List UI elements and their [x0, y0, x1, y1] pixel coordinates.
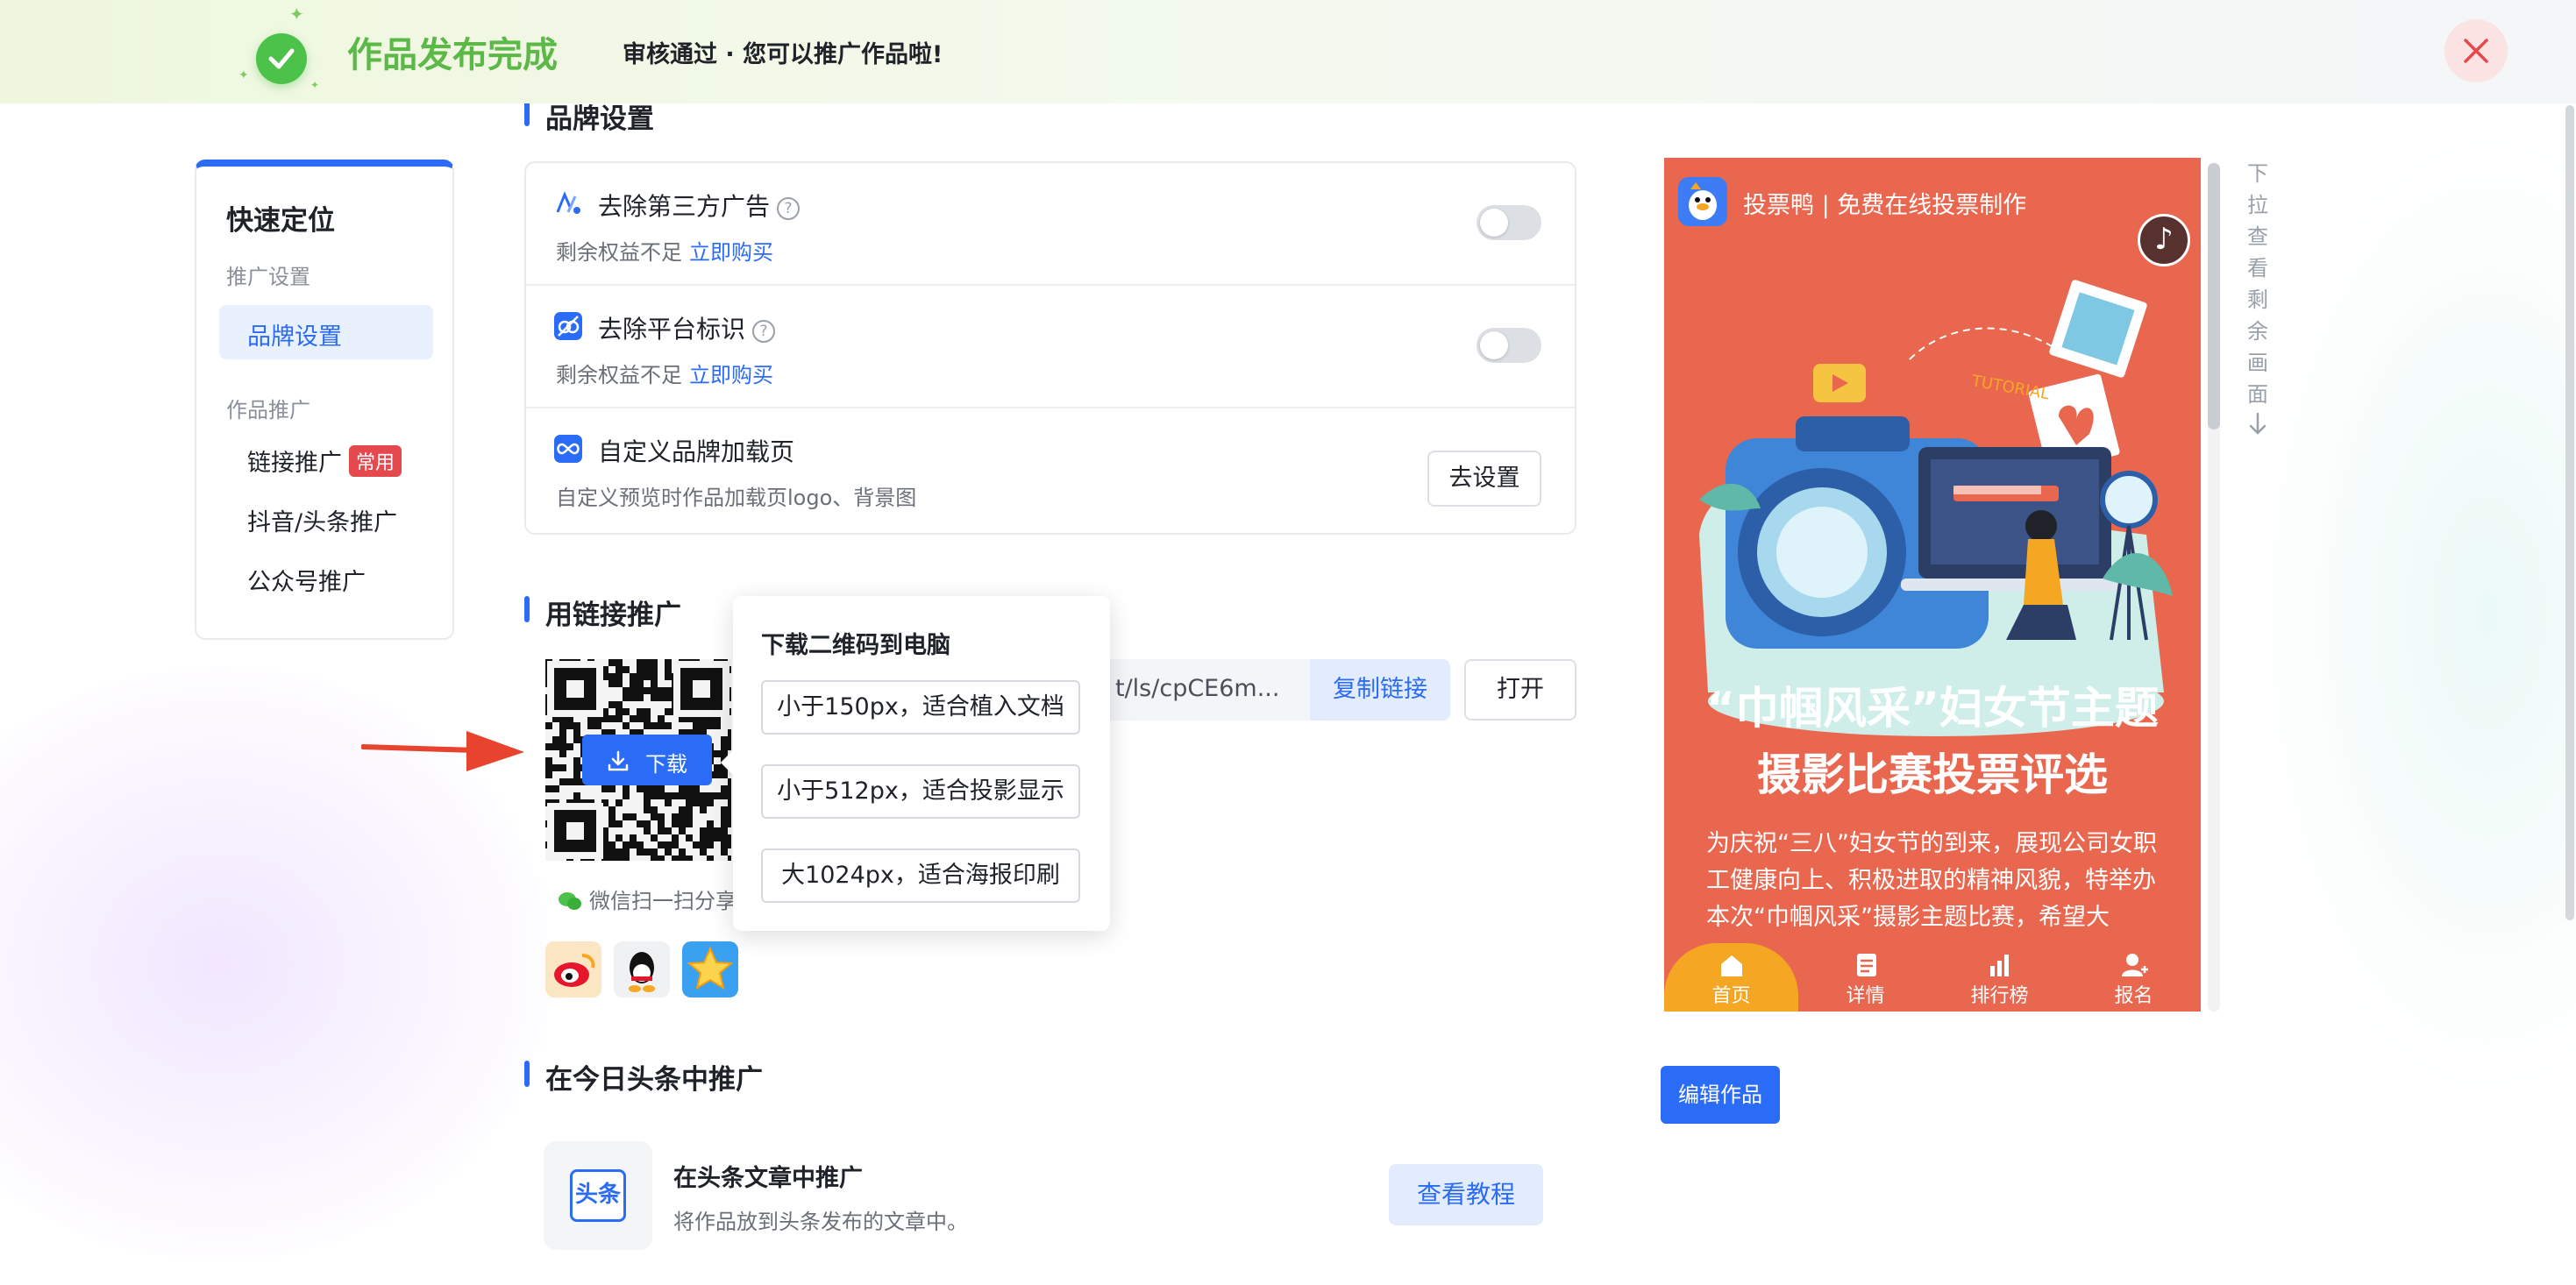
buy-now-link[interactable]: 立即购买 [689, 240, 773, 265]
mobile-preview[interactable]: 投票鸭 | 免费在线投票制作 ♪ TUTORIAL “巾帼风采”妇女节主题 摄影… [1664, 158, 2201, 1012]
row-title: 去除第三方广告? [598, 188, 801, 223]
page-scrollbar[interactable] [2565, 105, 2574, 920]
remove-logo-toggle[interactable] [1477, 328, 1541, 363]
go-setup-button[interactable]: 去设置 [1427, 451, 1541, 507]
brand-row-remove-ads: 去除第三方广告? 剩余权益不足 立即购买 [526, 163, 1575, 286]
toutiao-card-title: 在头条文章中推广 [673, 1165, 863, 1192]
document-icon [1856, 954, 1876, 976]
close-button[interactable] [2444, 19, 2508, 82]
remove-ads-toggle[interactable] [1477, 205, 1541, 240]
share-link-field[interactable]: t/ls/cpCE6m... [1103, 659, 1310, 721]
preview-headline-2: 摄影比赛投票评选 [1757, 749, 2108, 800]
open-link-button[interactable]: 打开 [1464, 659, 1576, 721]
edit-work-button[interactable]: 编辑作品 [1661, 1066, 1780, 1124]
sidebar-item-label: 链接推广 [247, 450, 342, 477]
red-arrow-icon [361, 731, 524, 771]
sidebar-item-wechat[interactable]: 公众号推广 [247, 563, 366, 597]
help-icon[interactable]: ? [752, 320, 776, 343]
toutiao-section-title: 在今日头条中推广 [524, 1057, 763, 1097]
sidebar-group-work: 作品推广 [226, 398, 310, 422]
wechat-scan-hint: 微信扫一扫分享 [558, 884, 737, 914]
sidebar-group-promo: 推广设置 [226, 265, 310, 289]
popover-title: 下载二维码到电脑 [761, 632, 950, 659]
duck-logo-icon [1678, 177, 1727, 226]
ad-remove-icon [554, 189, 582, 217]
toutiao-icon-label: 头条 [570, 1169, 626, 1222]
publish-success-banner: ✦ ✦ ✦ 作品发布完成 审核通过 · 您可以推广作品啦! [0, 0, 2576, 103]
success-check-icon: ✦ ✦ ✦ [238, 4, 320, 91]
preview-scrollbar-thumb[interactable] [2208, 163, 2220, 430]
download-option-150[interactable]: 小于150px，适合植入文档 [761, 680, 1080, 735]
add-user-icon [2121, 954, 2148, 976]
bar-chart-icon [1989, 955, 2009, 976]
brand-settings-card: 去除第三方广告? 剩余权益不足 立即购买 去除平台标识? 剩余权益不足 立即购买 自… [524, 161, 1576, 535]
preview-tab-home[interactable]: 首页 [1664, 943, 1798, 1012]
quick-nav-sidebar: 快速定位 推广设置 品牌设置 作品推广 链接推广 常用 抖音/头条推广 公众号推广 [195, 160, 454, 640]
sidebar-item-link[interactable]: 链接推广 常用 [247, 444, 402, 478]
home-icon [1720, 955, 1742, 976]
download-label: 下载 [645, 752, 687, 777]
view-tutorial-button[interactable]: 查看教程 [1389, 1164, 1543, 1225]
sidebar-item-brand[interactable]: 品牌设置 [219, 305, 433, 359]
row-title: 自定义品牌加载页 [598, 437, 795, 466]
row-title: 去除平台标识? [598, 310, 776, 345]
close-icon [2464, 39, 2488, 63]
weibo-share-icon[interactable] [545, 941, 601, 997]
preview-tab-ranking[interactable]: 排行榜 [1932, 943, 2067, 1012]
qzone-share-icon[interactable] [682, 941, 738, 997]
buy-now-link[interactable]: 立即购买 [689, 363, 773, 387]
download-qr-popover: 下载二维码到电脑 小于150px，适合植入文档 小于512px，适合投影显示 大… [733, 596, 1110, 931]
sidebar-item-label: 品牌设置 [247, 323, 342, 351]
qq-share-icon[interactable] [614, 941, 670, 997]
toutiao-card-desc: 将作品放到头条发布的文章中。 [673, 1210, 968, 1234]
row-desc: 自定义预览时作品加载页logo、背景图 [556, 486, 917, 510]
logo-remove-icon [554, 312, 582, 340]
scroll-down-hint: 下拉查看剩余画面 [2245, 158, 2271, 445]
arrow-down-icon [2249, 412, 2266, 435]
brand-row-remove-logo: 去除平台标识? 剩余权益不足 立即购买 [526, 286, 1575, 408]
download-icon [608, 750, 629, 771]
preview-tab-signup[interactable]: 报名 [2067, 943, 2201, 1012]
infinity-icon [554, 435, 582, 463]
preview-body-text: 为庆祝“三八”妇女节的到来，展现公司女职工健康向上、积极进取的精神风貌，特举办本… [1706, 830, 2157, 931]
banner-title: 作品发布完成 [347, 35, 558, 75]
illustration-tag: TUTORIAL [1969, 372, 2051, 403]
sidebar-title: 快速定位 [226, 205, 335, 237]
download-qr-button[interactable]: 下载 [582, 735, 712, 785]
preview-tab-bar: 首页 详情 排行榜 报名 [1664, 943, 2201, 1012]
brand-row-loading-page: 自定义品牌加载页 自定义预览时作品加载页logo、背景图 去设置 [526, 408, 1575, 531]
sidebar-item-douyin[interactable]: 抖音/头条推广 [247, 503, 397, 537]
link-promo-title: 用链接推广 [524, 593, 681, 632]
music-note-icon[interactable]: ♪ [2138, 214, 2190, 266]
copy-link-button[interactable]: 复制链接 [1310, 659, 1450, 721]
common-badge: 常用 [349, 445, 402, 477]
preview-tab-detail[interactable]: 详情 [1798, 943, 1932, 1012]
download-option-1024[interactable]: 大1024px，适合海报印刷 [761, 848, 1080, 903]
row-desc: 剩余权益不足 立即购买 [556, 240, 773, 265]
wechat-icon [559, 892, 581, 910]
help-icon[interactable]: ? [777, 197, 801, 220]
toutiao-icon: 头条 [544, 1141, 652, 1250]
row-desc: 剩余权益不足 立即购买 [556, 363, 773, 387]
banner-subtitle: 审核通过 · 您可以推广作品啦! [623, 41, 943, 68]
preview-scrollbar[interactable] [2208, 163, 2220, 1012]
preview-brand-name: 投票鸭 | 免费在线投票制作 [1743, 192, 2027, 219]
preview-headline-1: “巾帼风采”妇女节主题 [1706, 683, 2159, 734]
download-option-512[interactable]: 小于512px，适合投影显示 [761, 764, 1080, 819]
